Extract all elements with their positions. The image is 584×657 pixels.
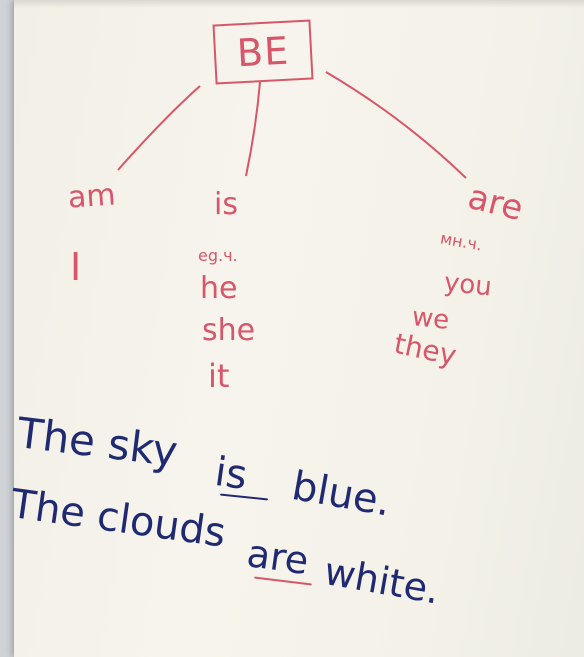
- flipchart-paper: BE am I is eg.ч. he she it are мн.ч. you…: [8, 0, 584, 657]
- be-box: BE: [212, 19, 314, 85]
- are-pronoun-we: we: [410, 302, 451, 336]
- sentence-1-verb: is: [212, 449, 251, 500]
- is-pronoun-it: it: [208, 357, 230, 395]
- is-pronoun-she: she: [202, 313, 256, 348]
- is-title: is: [214, 187, 238, 222]
- branch-is: [245, 81, 261, 177]
- is-pronoun-he: he: [200, 271, 238, 306]
- sentence-2-verb: are: [244, 531, 312, 584]
- am-pronoun-i: I: [70, 245, 82, 289]
- is-note: eg.ч.: [198, 246, 238, 265]
- branch-are: [325, 71, 467, 179]
- are-pronoun-you: you: [442, 267, 494, 303]
- branch-am: [117, 85, 201, 171]
- am-title: am: [66, 177, 117, 216]
- be-label: BE: [235, 28, 291, 76]
